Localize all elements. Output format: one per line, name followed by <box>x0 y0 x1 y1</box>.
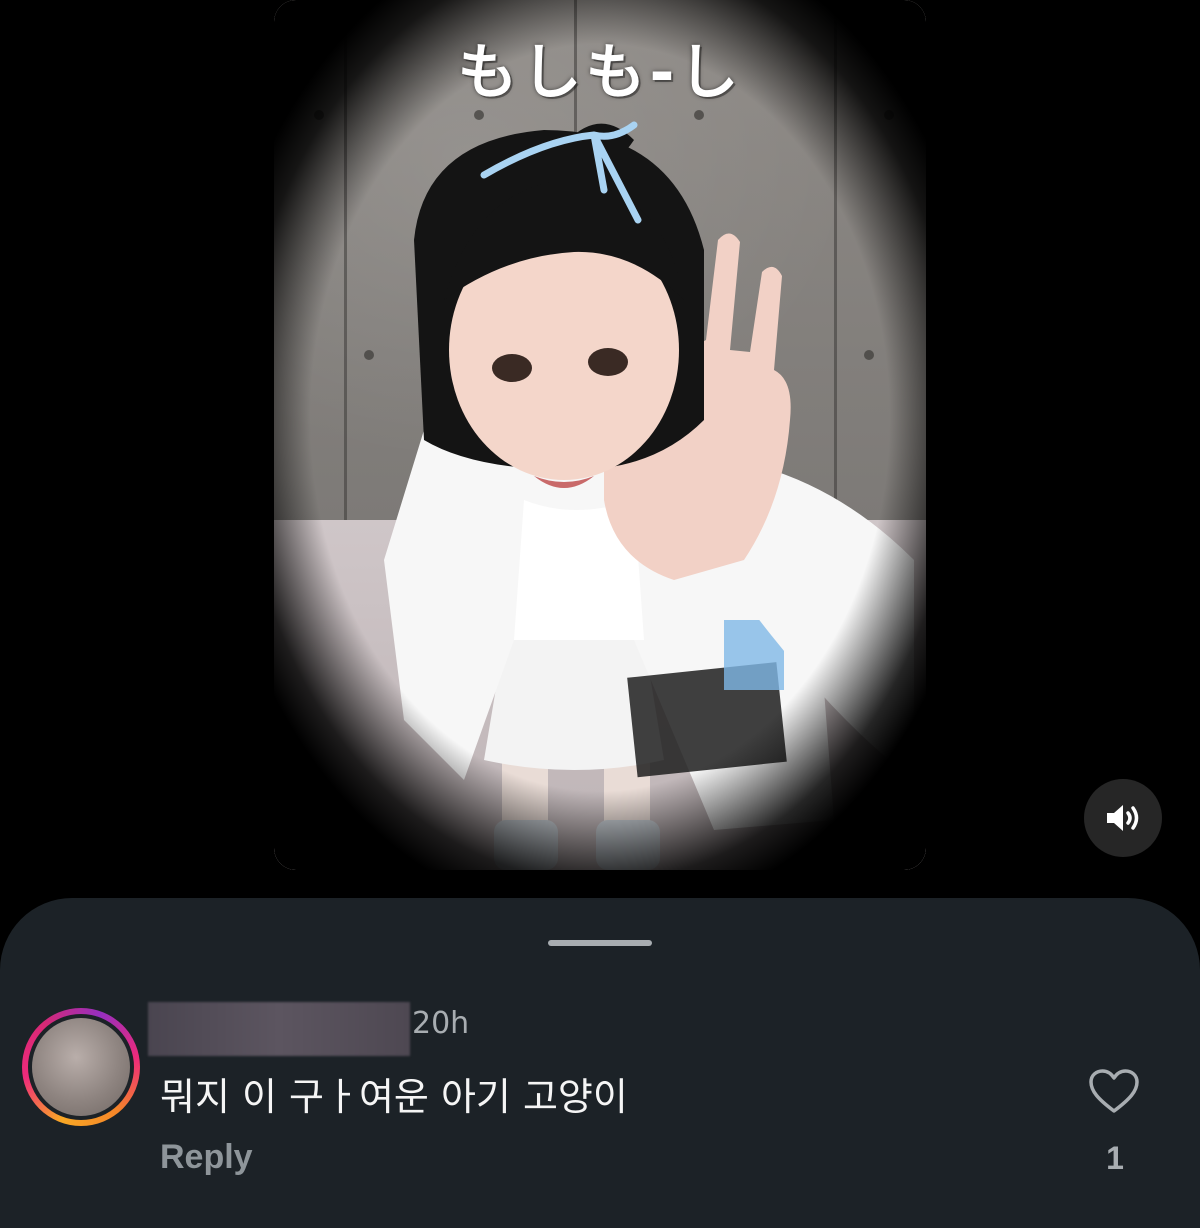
speaker-volume-icon <box>1107 805 1139 831</box>
video-player[interactable]: もしも-し <box>274 0 926 870</box>
comment-text: 뭐지 이 구ㅏ여운 아기 고양이 <box>160 1075 628 1119</box>
username-redacted[interactable] <box>148 1002 410 1056</box>
drag-handle-icon[interactable] <box>548 940 652 946</box>
video-frame-image: もしも-し <box>274 0 926 870</box>
reply-button[interactable]: Reply <box>160 1138 253 1177</box>
sound-toggle-button[interactable] <box>1084 779 1162 857</box>
comments-sheet: 20h 뭐지 이 구ㅏ여운 아기 고양이 Reply 1 <box>0 898 1200 1228</box>
story-ring[interactable] <box>22 1008 140 1126</box>
like-count: 1 <box>1106 1140 1124 1176</box>
heart-outline-icon <box>1089 1069 1139 1113</box>
video-caption: もしも-し <box>457 38 743 108</box>
person-illustration <box>384 121 914 870</box>
like-button[interactable] <box>1086 1064 1142 1120</box>
comment-timestamp: 20h <box>412 1006 470 1041</box>
user-avatar[interactable] <box>32 1018 130 1116</box>
